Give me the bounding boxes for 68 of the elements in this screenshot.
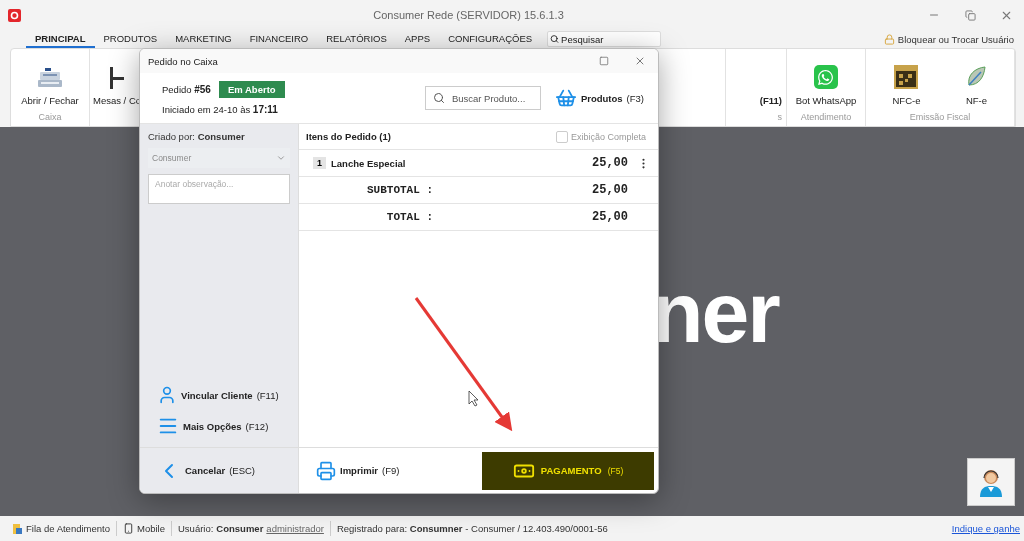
menu-tab[interactable]: FINANCEIRO bbox=[240, 30, 318, 48]
start-time: Iniciado em 24-10 às 17:11 bbox=[162, 104, 279, 115]
order-number: Pedido #56 bbox=[162, 84, 211, 95]
payment-button[interactable]: PAGAMENTO (F5) bbox=[482, 451, 654, 490]
menu-tab[interactable]: APPS bbox=[395, 30, 440, 48]
lock-icon bbox=[883, 33, 895, 45]
leaf-icon bbox=[965, 65, 988, 89]
whatsapp-icon bbox=[814, 65, 838, 89]
mobile-link[interactable]: Mobile bbox=[137, 523, 165, 534]
background-logo-text: ner bbox=[651, 269, 779, 355]
created-by-text: Criado por: Consumer bbox=[147, 130, 246, 144]
product-search-field[interactable]: Buscar Produto... bbox=[424, 86, 541, 110]
item-price: 25,00 bbox=[592, 156, 628, 170]
search-icon bbox=[432, 92, 445, 104]
user-icon bbox=[157, 385, 177, 405]
menu-tab[interactable]: RELATÓRIOS bbox=[317, 30, 396, 48]
print-button[interactable]: Imprimir (F9) bbox=[316, 460, 400, 481]
ribbon-group-label: Caixa bbox=[37, 112, 63, 124]
dialog-title: Pedido no Caixa bbox=[148, 55, 219, 67]
maximize-icon bbox=[599, 56, 609, 66]
support-agent-button[interactable] bbox=[967, 458, 1015, 506]
status-badge: Em Aberto bbox=[218, 81, 285, 98]
ribbon-button[interactable]: (F11) bbox=[759, 95, 782, 106]
user-label: Usuário: bbox=[178, 523, 214, 534]
mobile-icon bbox=[123, 523, 134, 534]
products-button[interactable]: Produtos (F3) bbox=[554, 87, 644, 109]
qr-code-icon bbox=[894, 65, 919, 89]
total-label: SUBTOTAL : bbox=[366, 184, 433, 196]
basket-icon bbox=[554, 87, 577, 109]
role-link[interactable]: administrador bbox=[266, 523, 324, 534]
chevron-down-icon bbox=[276, 153, 286, 163]
queue-icon bbox=[12, 522, 23, 535]
invite-link[interactable]: Indique e ganhe bbox=[951, 523, 1020, 534]
lock-user-link[interactable]: Bloquear ou Trocar Usuário bbox=[897, 33, 1014, 45]
printer-icon bbox=[316, 460, 336, 481]
search-field[interactable]: Pesquisar bbox=[547, 31, 662, 47]
table-icon bbox=[109, 67, 125, 89]
search-icon bbox=[550, 34, 560, 44]
queue-link[interactable]: Fila de Atendimento bbox=[26, 523, 110, 534]
menu-tab[interactable]: CONFIGURAÇÕES bbox=[439, 30, 542, 48]
ribbon-button[interactable]: NF-e bbox=[965, 65, 988, 106]
ribbon-group-label: Atendimento bbox=[799, 112, 853, 124]
cash-register-icon bbox=[37, 67, 63, 89]
mouse-cursor-icon bbox=[468, 390, 479, 407]
item-name: Lanche Especial bbox=[331, 157, 407, 169]
registration-text: Registrado para: Consumner - Consumer / 12.403.490/0001-56 bbox=[336, 523, 608, 534]
total-label: TOTAL : bbox=[385, 211, 433, 223]
total-value: 25,00 bbox=[591, 183, 629, 197]
user-name: Consumer bbox=[216, 523, 264, 534]
ribbon-group-label: s bbox=[776, 112, 783, 124]
menu-tab[interactable]: MARKETING bbox=[166, 30, 241, 48]
menu-tab[interactable]: PRODUTOS bbox=[94, 30, 167, 48]
ribbon-button[interactable]: Abrir / Fechar bbox=[21, 67, 79, 106]
ribbon-button[interactable]: Bot WhatsApp bbox=[795, 65, 857, 106]
ribbon-button[interactable]: NFC-e bbox=[892, 65, 921, 106]
close-icon bbox=[634, 55, 646, 67]
app-logo-icon bbox=[8, 8, 21, 22]
support-agent-icon bbox=[978, 467, 1004, 497]
ribbon-group-label: Emissão Fiscal bbox=[908, 112, 972, 124]
more-options-button[interactable]: Mais Opções (F12) bbox=[157, 415, 298, 437]
window-title: Consumer Rede (SERVIDOR) 15.6.1.3 bbox=[372, 9, 565, 21]
link-client-button[interactable]: Vincular Cliente (F11) bbox=[157, 385, 298, 405]
restore-icon bbox=[964, 9, 976, 21]
items-title: Itens do Pedido (1) bbox=[306, 131, 391, 142]
note-field[interactable]: Anotar observação... bbox=[148, 174, 290, 204]
checkbox[interactable] bbox=[555, 130, 568, 143]
quantity-label: 1 bbox=[313, 157, 326, 169]
total-value: 25,00 bbox=[591, 210, 629, 224]
